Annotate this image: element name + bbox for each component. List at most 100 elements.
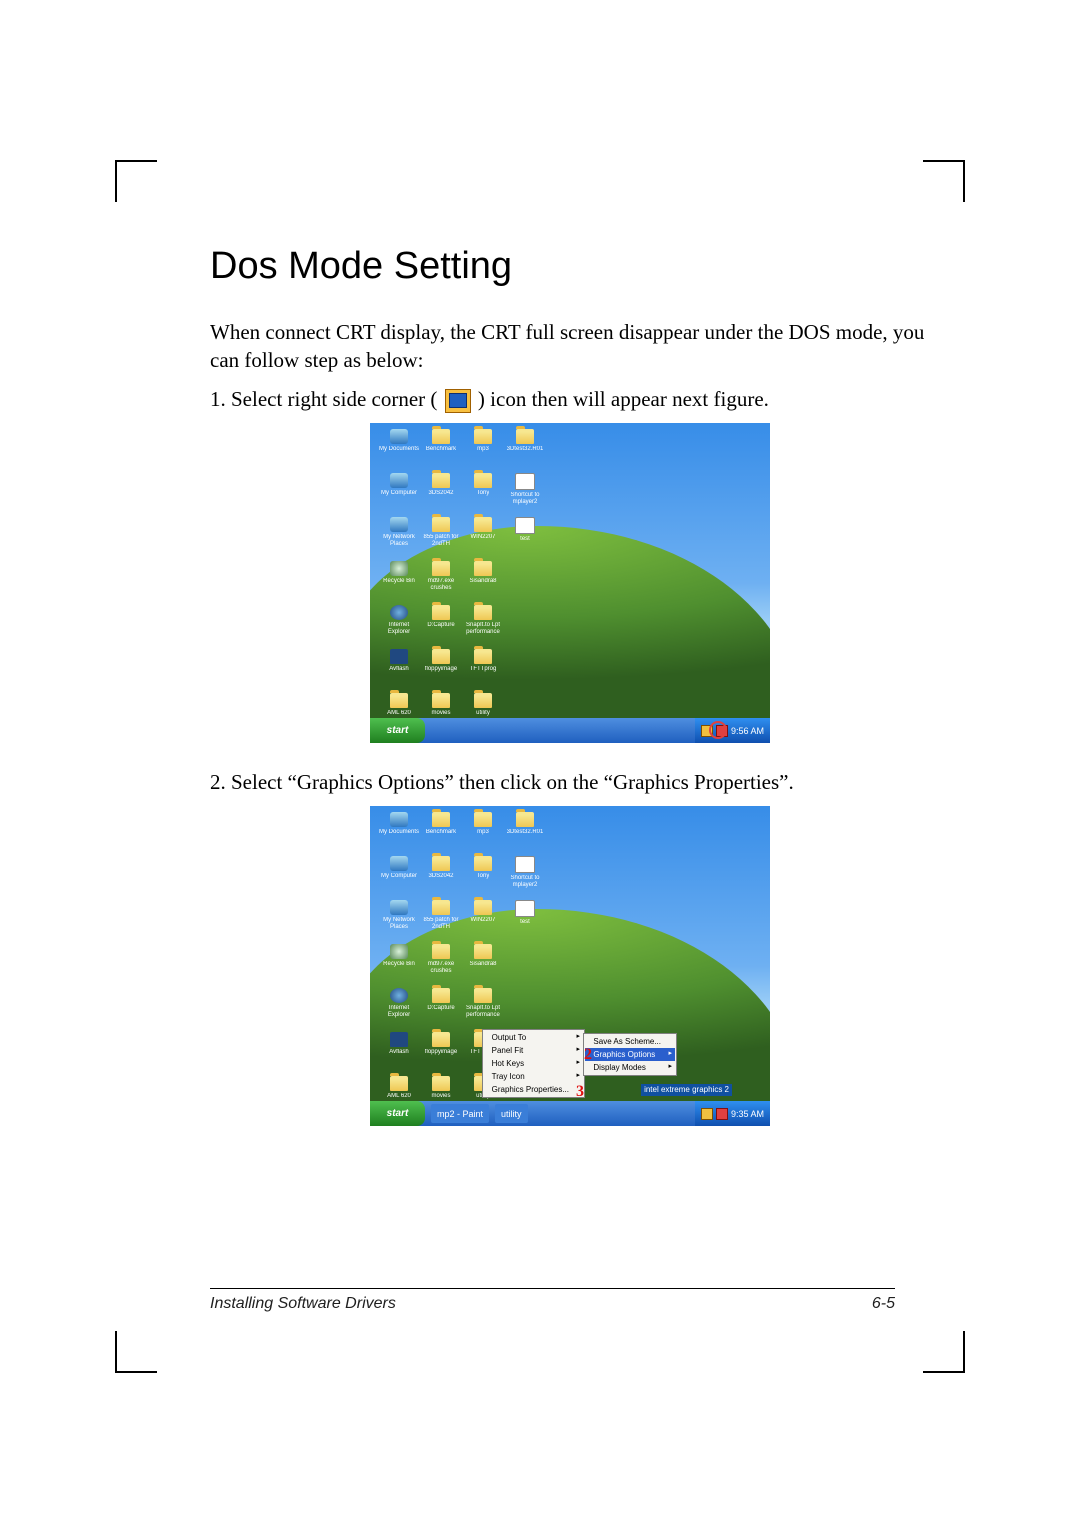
menu-item[interactable]: Graphics Properties...: [484, 1083, 583, 1096]
ie-icon: [390, 988, 408, 1003]
footer-page-number: 6-5: [872, 1295, 895, 1313]
menu-item[interactable]: Graphics Options: [585, 1048, 675, 1061]
folder-icon: [390, 693, 408, 708]
desktop-icon[interactable]: Recycle Bin: [378, 944, 420, 986]
desktop-icon[interactable]: Benchmark: [420, 812, 462, 854]
page-footer: Installing Software Drivers 6-5: [210, 1288, 895, 1313]
desktop-icon[interactable]: Sisandra8: [462, 561, 504, 603]
desktop-icon[interactable]: floppyimage: [420, 1032, 462, 1074]
crop-mark-tl: [115, 160, 157, 202]
desktop-icons-1: My DocumentsBenchmarkmp33Dtest32.R01 My C…: [378, 429, 546, 735]
desktop-icon[interactable]: Recycle Bin: [378, 561, 420, 603]
desktop-icon[interactable]: Tony: [462, 856, 504, 898]
folder-icon: [474, 812, 492, 827]
desktop-icon[interactable]: My Computer: [378, 856, 420, 898]
step-2: 2. Select “Graphics Options” then click …: [210, 768, 930, 796]
desktop-icon[interactable]: Shortcut to mplayer2: [504, 856, 546, 898]
tray-icon-alert[interactable]: [716, 1108, 728, 1120]
desktop-icon[interactable]: 855 patch for 2ndTH: [420, 517, 462, 559]
desktop-icon-label: D:Capture: [427, 1005, 454, 1012]
desktop-icon-label: 3Dtest32.R01: [507, 446, 544, 453]
desktop-icon[interactable]: My Network Places: [378, 900, 420, 942]
desktop-icon[interactable]: Tony: [462, 473, 504, 515]
desktop-icon[interactable]: My Documents: [378, 429, 420, 471]
desktop-icon-label: SnapIt.to Lpt performance: [462, 622, 504, 635]
desktop-icon[interactable]: test: [504, 517, 546, 559]
sys-icon: [390, 856, 408, 871]
tray-highlighted-icon[interactable]: [709, 721, 727, 739]
desktop-icon[interactable]: TFTTprog: [462, 649, 504, 691]
desktop-icon[interactable]: Internet Explorer: [378, 605, 420, 647]
desktop-icon-label: Avflash: [389, 666, 409, 673]
desktop-icon[interactable]: mp3: [462, 812, 504, 854]
desktop-icon-label: WIN2207: [470, 917, 495, 924]
callout-3: 3: [576, 1083, 584, 1101]
desktop-icon[interactable]: 855 patch for 2ndTH: [420, 900, 462, 942]
menu-item[interactable]: Tray Icon: [484, 1070, 583, 1083]
desktop-icon[interactable]: Shortcut to mplayer2: [504, 473, 546, 515]
desktop-icon[interactable]: WIN2207: [462, 517, 504, 559]
desktop-icon[interactable]: floppyimage: [420, 649, 462, 691]
desktop-icon[interactable]: 3DS2042: [420, 856, 462, 898]
desktop-icon[interactable]: mp3: [462, 429, 504, 471]
folder-icon: [474, 988, 492, 1003]
desktop-icon[interactable]: My Documents: [378, 812, 420, 854]
desktop-icon-label: movies: [431, 710, 450, 717]
menu-item[interactable]: Save As Scheme...: [585, 1035, 675, 1048]
desktop-icon[interactable]: SnapIt.to Lpt performance: [462, 988, 504, 1030]
desktop-icon-label: floppyimage: [425, 666, 457, 673]
start-button[interactable]: start: [370, 718, 425, 743]
start-button[interactable]: start: [370, 1101, 425, 1126]
desktop-icon-label: 855 patch for 2ndTH: [420, 917, 462, 930]
sys-icon: [390, 429, 408, 444]
desktop-icon[interactable]: test: [504, 900, 546, 942]
desktop-icon-label: Benchmark: [426, 829, 456, 836]
desktop-icon[interactable]: Benchmark: [420, 429, 462, 471]
context-menu-tray[interactable]: Output ToPanel FitHot KeysTray IconGraph…: [482, 1029, 585, 1098]
desktop-icon-label: 855 patch for 2ndTH: [420, 534, 462, 547]
desktop-icon[interactable]: SnapIt.to Lpt performance: [462, 605, 504, 647]
bin-icon: [390, 561, 408, 576]
context-menu-graphics[interactable]: Save As Scheme...Graphics OptionsDisplay…: [583, 1033, 677, 1076]
desktop-icon[interactable]: Sisandra8: [462, 944, 504, 986]
desktop-icon-label: movies: [431, 1093, 450, 1100]
doc-icon: [515, 473, 535, 490]
folder-icon: [432, 649, 450, 664]
desktop-icon-label: My Network Places: [378, 917, 420, 930]
doc-icon: [515, 856, 535, 873]
taskbar-app-2[interactable]: utility: [495, 1104, 528, 1123]
desktop-icon[interactable]: Avflash: [378, 1032, 420, 1074]
desktop-icon[interactable]: D:Capture: [420, 988, 462, 1030]
menu-item[interactable]: Output To: [484, 1031, 583, 1044]
desktop-icon-label: md97.exe crushes: [420, 961, 462, 974]
menu-item[interactable]: Hot Keys: [484, 1057, 583, 1070]
desktop-icon-label: utility: [476, 710, 490, 717]
desktop-icon[interactable]: My Computer: [378, 473, 420, 515]
folder-icon: [474, 693, 492, 708]
desktop-icon-label: test: [520, 536, 530, 543]
menu-item[interactable]: Display Modes: [585, 1061, 675, 1074]
desktop-icon-label: Sisandra8: [469, 961, 496, 968]
system-tray-1: 9:56 AM: [695, 718, 770, 743]
desktop-icon[interactable]: md97.exe crushes: [420, 561, 462, 603]
tray-graphics-icon: [445, 389, 471, 413]
desktop-icon[interactable]: 3Dtest32.R01: [504, 812, 546, 854]
desktop-icon[interactable]: My Network Places: [378, 517, 420, 559]
desktop-icon[interactable]: WIN2207: [462, 900, 504, 942]
tray-icon[interactable]: [701, 1108, 713, 1120]
desktop-icon-label: Tony: [477, 490, 490, 497]
taskbar-app-1[interactable]: mp2 - Paint: [431, 1104, 489, 1123]
folder-icon: [432, 988, 450, 1003]
desktop-icon[interactable]: D:Capture: [420, 605, 462, 647]
folder-icon: [516, 429, 534, 444]
desktop-icon-label: 3DS2042: [428, 873, 453, 880]
desktop-icon-label: Avflash: [389, 1049, 409, 1056]
footer-title: Installing Software Drivers: [210, 1295, 396, 1313]
desktop-icon-label: test: [520, 919, 530, 926]
desktop-icon[interactable]: 3DS2042: [420, 473, 462, 515]
desktop-icon[interactable]: md97.exe crushes: [420, 944, 462, 986]
menu-item[interactable]: Panel Fit: [484, 1044, 583, 1057]
desktop-icon[interactable]: Avflash: [378, 649, 420, 691]
desktop-icon[interactable]: Internet Explorer: [378, 988, 420, 1030]
desktop-icon[interactable]: 3Dtest32.R01: [504, 429, 546, 471]
